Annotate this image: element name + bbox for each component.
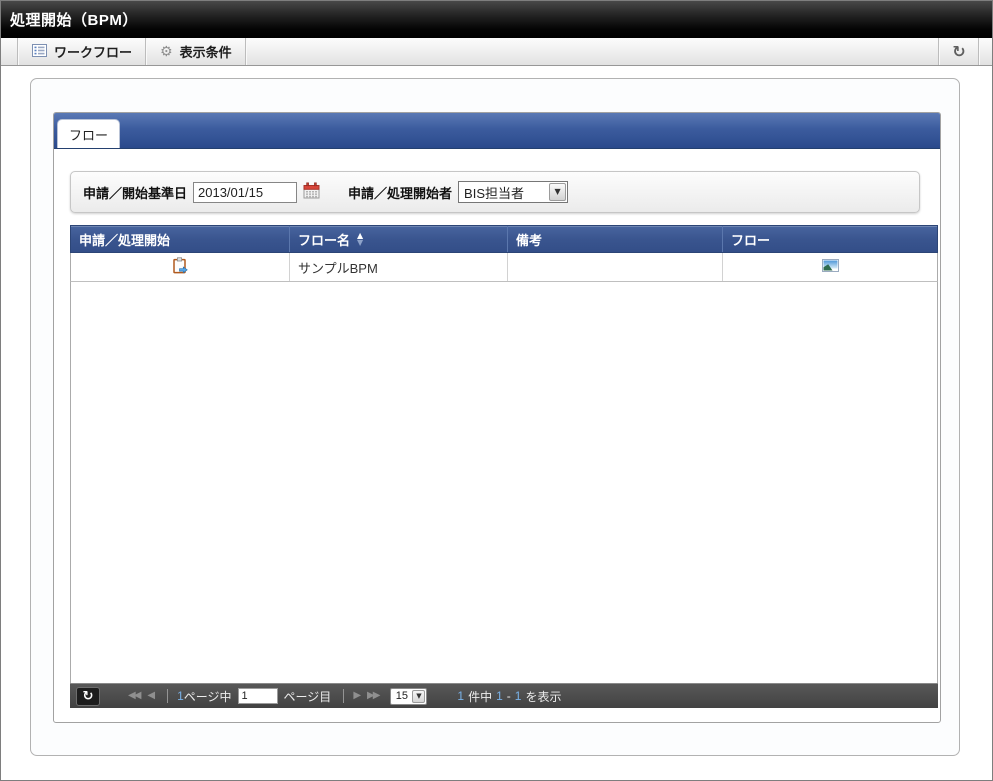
search-criteria-panel: 申請／開始基準日 2013/01/15 申請／処理開始者 BIS担当者 ▼ [70,171,920,213]
clipboard-start-icon [172,256,188,278]
tab-content: 申請／開始基準日 2013/01/15 申請／処理開始者 BIS担当者 ▼ 申請… [54,149,940,722]
title-bar: 処理開始（BPM） [1,1,992,38]
workflow-button[interactable]: ワークフロー [19,38,145,65]
calendar-icon [303,182,320,202]
record-unit-label: 件中 [468,689,493,704]
flow-table: 申請／処理開始 フロー名 ▲ ▼ 備考 フロー サンプルBPM ↻ ◀◀ ◀ 1… [70,225,938,708]
col-header-remarks: 備考 [508,226,723,252]
tab-panel: フロー 申請／開始基準日 2013/01/15 申請／処理開始者 BIS担当者 … [53,112,941,723]
toolbar: ワークフロー ⚙ 表示条件 ↻ [1,38,992,66]
starter-select-value: BIS担当者 [464,185,524,201]
sort-indicator: ▲ ▼ [357,232,364,247]
record-to: 1 [514,689,522,703]
page-suffix-label: ページ目 [283,689,332,704]
per-page-value: 15 [395,690,409,702]
list-form-icon [32,43,47,60]
record-from: 1 [496,689,503,703]
content-panel: フロー 申請／開始基準日 2013/01/15 申請／処理開始者 BIS担当者 … [30,78,960,756]
first-page-button[interactable]: ◀◀ [128,690,141,701]
total-pages: 1 [177,689,184,703]
col-header-process-start: 申請／処理開始 [71,226,290,252]
per-page-select[interactable]: 15 ▼ [390,687,428,705]
record-range-separator: - [506,689,511,703]
triangle-down-icon: ▼ [357,238,364,247]
record-count: 1 件中 1 - 1 を表示 [457,688,561,705]
workflow-button-label: ワークフロー [54,45,133,60]
flow-image-icon [821,259,839,275]
pagination-refresh-button[interactable]: ↻ [76,686,100,706]
tab-flow-label: フロー [68,127,108,143]
right-arrow-icon: ▶ [353,690,362,701]
table-empty-area [70,282,938,683]
refresh-icon: ↻ [82,688,94,704]
record-suffix-label: を表示 [525,689,562,704]
pagination-bar: ↻ ◀◀ ◀ 1 ページ中 ページ目 [70,683,938,708]
col-header-flow-name[interactable]: フロー名 ▲ ▼ [290,226,508,252]
tab-bar: フロー [54,113,940,149]
table-row: サンプルBPM [70,253,938,282]
record-total: 1 [457,689,465,703]
pagination-separator [343,689,345,703]
base-date-label: 申請／開始基準日 [83,185,188,201]
last-page-button[interactable]: ▶▶ [367,690,380,701]
double-left-arrow-icon: ◀◀ [128,690,141,701]
table-header-row: 申請／処理開始 フロー名 ▲ ▼ 備考 フロー [70,225,938,253]
pagination-separator [167,689,169,703]
flow-image-button[interactable] [821,259,839,275]
display-conditions-button[interactable]: ⚙ 表示条件 [147,38,245,65]
prev-page-button[interactable]: ◀ [147,691,155,701]
starter-select[interactable]: BIS担当者 ▼ [458,181,569,203]
tab-flow[interactable]: フロー [57,119,120,148]
starter-label: 申請／処理開始者 [348,185,453,201]
next-page-button[interactable]: ▶ [353,691,361,701]
remarks-cell [508,253,723,281]
gear-icon: ⚙ [160,43,173,60]
process-start-cell [71,253,290,281]
page-title: 処理開始（BPM） [10,12,138,29]
left-arrow-icon: ◀ [147,690,156,701]
col-header-flow: フロー [731,232,771,248]
toolbar-refresh-button[interactable]: ↻ [940,38,978,65]
flow-name-cell: サンプルBPM [290,253,508,281]
double-right-arrow-icon: ▶▶ [367,690,380,701]
application-window: 処理開始（BPM） ワークフロー ⚙ 表示条件 ↻ フロー 申請／開始基準日 2… [0,0,993,781]
refresh-icon: ↻ [952,41,966,61]
start-process-button[interactable] [172,256,188,278]
chevron-down-icon: ▼ [412,689,426,703]
base-date-input[interactable] [193,181,298,203]
flow-cell [723,253,937,281]
pages-middle-label: ページ中 [183,689,232,704]
current-page-input[interactable] [237,688,278,704]
chevron-down-icon: ▼ [549,183,567,201]
display-conditions-button-label: 表示条件 [179,45,232,60]
calendar-button[interactable] [303,182,320,202]
